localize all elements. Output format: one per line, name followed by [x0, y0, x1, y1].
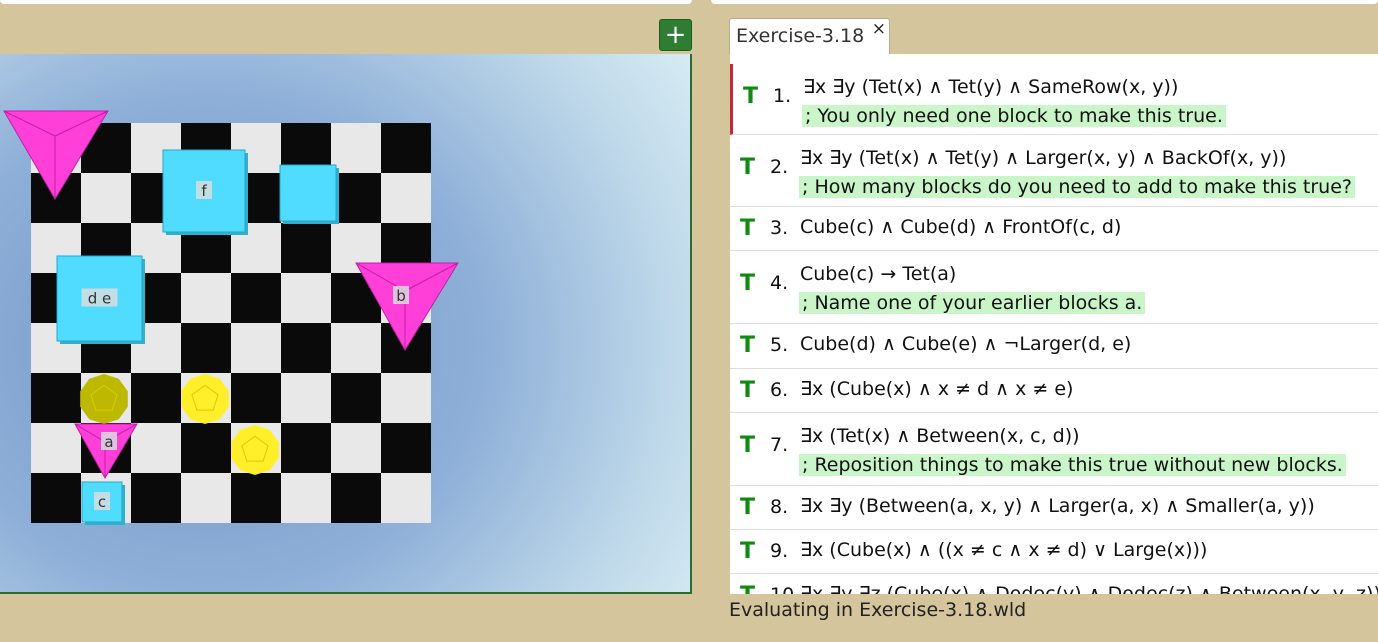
- truth-value-indicator: T: [740, 495, 756, 520]
- board-square: [81, 173, 131, 223]
- truth-value-indicator: T: [740, 583, 755, 594]
- sentence-row[interactable]: T 8. ∃x ∃y (Between(a, x, y) ∧ Larger(a, x…: [730, 486, 1378, 530]
- tab-label: Exercise-3.18: [736, 25, 865, 47]
- sentence-formula[interactable]: ∃x ∃y ∃z (Cube(x) ∧ Dodec(y) ∧ Dodec(z) …: [800, 583, 1378, 594]
- sentence-row[interactable]: T 2. ∃x ∃y (Tet(x) ∧ Tet(y) ∧ Larger(x, y)…: [730, 135, 1378, 207]
- sentence-row[interactable]: T 10.∃x ∃y ∃z (Cube(x) ∧ Dodec(y) ∧ Dodec…: [730, 574, 1378, 594]
- sentence-number: 2.: [770, 156, 789, 178]
- board-square: [331, 373, 381, 423]
- board-square: [381, 123, 431, 173]
- sentence-formula[interactable]: Cube(d) ∧ Cube(e) ∧ ¬Larger(d, e): [800, 333, 1131, 355]
- sentence-number: 1.: [773, 85, 792, 107]
- board-square: [181, 423, 231, 473]
- sentence-number: 4.: [770, 272, 789, 294]
- board-square: [131, 473, 181, 523]
- sentence-formula[interactable]: ∃x (Cube(x) ∧ x ≠ d ∧ x ≠ e): [800, 378, 1073, 400]
- board-square: [181, 473, 231, 523]
- sentence-comment: ; Name one of your earlier blocks a.: [799, 292, 1146, 314]
- board-square: [31, 473, 81, 523]
- board-square: [331, 123, 381, 173]
- board-square: [231, 373, 281, 423]
- block-label: a: [104, 433, 113, 451]
- board-square: [381, 373, 431, 423]
- board-square: [231, 473, 281, 523]
- sentence-formula[interactable]: ∃x ∃y (Tet(x) ∧ Tet(y) ∧ Larger(x, y) ∧ …: [800, 147, 1286, 169]
- dodec-block: [181, 374, 229, 424]
- sentence-row[interactable]: T 1. ∃x ∃y (Tet(x) ∧ Tet(y) ∧ SameRow(x, y…: [730, 64, 1378, 135]
- board-square: [281, 373, 331, 423]
- board-square: [281, 323, 331, 373]
- truth-value-indicator: T: [740, 155, 756, 180]
- sentence-formula[interactable]: ∃x ∃y (Tet(x) ∧ Tet(y) ∧ SameRow(x, y)): [803, 76, 1178, 98]
- board-square: [281, 223, 331, 273]
- board-square: [381, 423, 431, 473]
- board-square: [181, 273, 231, 323]
- cube-block: [279, 164, 337, 222]
- truth-value-indicator: T: [740, 539, 756, 564]
- sentence-number: 9.: [770, 540, 789, 562]
- block-label: c: [98, 493, 106, 511]
- sentence-list[interactable]: T 1. ∃x ∃y (Tet(x) ∧ Tet(y) ∧ SameRow(x, y…: [730, 54, 1378, 594]
- sentence-number: 6.: [770, 379, 789, 401]
- sentence-row[interactable]: T 7. ∃x (Tet(x) ∧ Between(x, c, d)) ; Repos…: [730, 413, 1378, 486]
- sentence-row[interactable]: T 3. Cube(c) ∧ Cube(d) ∧ FrontOf(c, d): [730, 207, 1378, 251]
- sentence-comment: ; Reposition things to make this true wi…: [799, 454, 1346, 476]
- board-square: [131, 373, 181, 423]
- status-bar: Evaluating in Exercise-3.18.wld: [729, 599, 1027, 621]
- sentence-comment: ; You only need one block to make this t…: [802, 105, 1226, 127]
- sentence-formula[interactable]: ∃x ∃y (Between(a, x, y) ∧ Larger(a, x) ∧…: [800, 495, 1315, 517]
- sentence-formula[interactable]: ∃x (Cube(x) ∧ ((x ≠ c ∧ x ≠ d) ∨ Large(x…: [800, 539, 1207, 561]
- board-square: [331, 323, 381, 373]
- dodec-block: [231, 425, 279, 475]
- board-square: [331, 423, 381, 473]
- sentence-row[interactable]: T 9. ∃x (Cube(x) ∧ ((x ≠ c ∧ x ≠ d) ∨ Larg…: [730, 530, 1378, 574]
- board-square: [331, 473, 381, 523]
- sentence-formula[interactable]: Cube(c) → Tet(a): [800, 263, 956, 285]
- window-top-edge: [0, 0, 692, 4]
- board-square: [381, 173, 431, 223]
- board-square: [231, 273, 281, 323]
- close-tab-icon[interactable]: ×: [872, 19, 886, 39]
- world-view[interactable]: f d e b a c: [0, 54, 692, 594]
- truth-value-indicator: T: [740, 378, 756, 403]
- board-square: [281, 473, 331, 523]
- truth-value-indicator: T: [740, 216, 756, 241]
- sentence-number: 8.: [770, 496, 789, 518]
- sentence-row[interactable]: T 6. ∃x (Cube(x) ∧ x ≠ d ∧ x ≠ e): [730, 369, 1378, 413]
- sentence-comment: ; How many blocks do you need to add to …: [799, 176, 1355, 198]
- board-square: [281, 423, 331, 473]
- block-label: b: [396, 287, 406, 305]
- sentence-number: 7.: [770, 434, 789, 456]
- add-block-button[interactable]: +: [659, 19, 692, 51]
- sentence-formula[interactable]: Cube(c) ∧ Cube(d) ∧ FrontOf(c, d): [800, 216, 1121, 238]
- window-top-edge-right: [711, 0, 1378, 4]
- sentence-row[interactable]: T 5. Cube(d) ∧ Cube(e) ∧ ¬Larger(d, e): [730, 324, 1378, 369]
- board-square: [281, 273, 331, 323]
- sentence-row[interactable]: T 4. Cube(c) → Tet(a) ; Name one of your ea…: [730, 251, 1378, 324]
- sentence-number: 5.: [770, 334, 789, 356]
- board-square: [381, 473, 431, 523]
- tab-exercise-file[interactable]: Exercise-3.18 ×: [729, 18, 890, 54]
- board-square: [31, 373, 81, 423]
- board-square: [231, 323, 281, 373]
- truth-value-indicator: T: [743, 84, 759, 109]
- world-board-svg[interactable]: f d e b a c: [0, 54, 690, 592]
- sentence-number: 3.: [770, 217, 789, 239]
- truth-value-indicator: T: [740, 333, 756, 358]
- board-square: [131, 423, 181, 473]
- block-label: d e: [88, 290, 112, 308]
- truth-value-indicator: T: [740, 433, 756, 458]
- board-square: [181, 323, 231, 373]
- block-label: f: [201, 182, 207, 200]
- sentence-number: 10.: [770, 584, 800, 594]
- truth-value-indicator: T: [740, 271, 756, 296]
- sentence-formula[interactable]: ∃x (Tet(x) ∧ Between(x, c, d)): [800, 425, 1080, 447]
- board-square: [31, 423, 81, 473]
- dodec-block: [80, 374, 128, 424]
